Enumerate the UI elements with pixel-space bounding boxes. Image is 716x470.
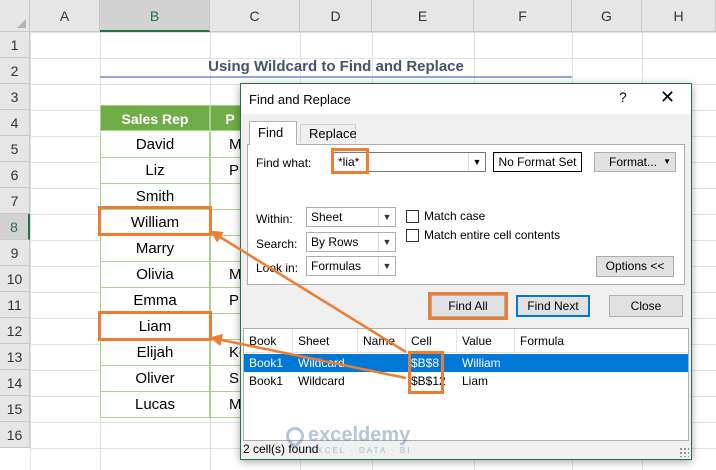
title-underline	[100, 76, 572, 78]
tab-find[interactable]: Find	[249, 121, 297, 145]
table-header-sales-rep[interactable]: Sales Rep	[100, 105, 210, 131]
row-header[interactable]: 1	[0, 32, 30, 58]
results-col-name[interactable]: Name	[363, 334, 395, 348]
find-next-button[interactable]: Find Next	[516, 295, 590, 317]
chevron-down-icon: ▼	[378, 257, 395, 275]
find-replace-dialog: Find and Replace ? ✕ Find Replace Find w…	[240, 83, 692, 460]
results-col-sheet[interactable]: Sheet	[298, 334, 329, 348]
row-header[interactable]: 10	[0, 266, 30, 292]
highlight-find-all	[428, 292, 508, 320]
within-select[interactable]: Sheet ▼	[306, 207, 396, 227]
select-all-corner[interactable]	[0, 0, 30, 32]
format-preview: No Format Set	[493, 152, 582, 172]
within-value: Sheet	[311, 210, 343, 224]
dialog-title: Find and Replace	[249, 92, 351, 107]
column-header-d[interactable]: D	[300, 0, 372, 32]
row-header[interactable]: 12	[0, 318, 30, 344]
format-button[interactable]: Format... ▼	[594, 152, 676, 172]
results-col-book[interactable]: Book	[249, 334, 276, 348]
column-separator	[292, 329, 293, 353]
row-header[interactable]: 7	[0, 188, 30, 214]
chevron-down-icon: ▼	[378, 208, 395, 226]
table-cell[interactable]: Liz	[100, 158, 210, 184]
row-header[interactable]: 6	[0, 162, 30, 188]
dialog-title-bar[interactable]: Find and Replace ? ✕	[241, 84, 691, 114]
highlight-william-cell	[98, 206, 212, 236]
column-header-b[interactable]: B	[100, 0, 210, 32]
results-row-selected[interactable]: Book1 Wildcard $B$8 William	[244, 354, 688, 372]
row-header[interactable]: 16	[0, 422, 30, 448]
options-button[interactable]: Options <<	[596, 256, 674, 277]
column-header-h[interactable]: H	[642, 0, 716, 32]
column-separator	[357, 329, 358, 353]
results-row[interactable]: Book1 Wildcard $B$12 Liam	[244, 372, 688, 390]
results-col-value[interactable]: Value	[462, 334, 492, 348]
table-cell[interactable]: Lucas	[100, 392, 210, 418]
match-entire-checkbox[interactable]	[406, 229, 419, 242]
column-separator	[456, 329, 457, 353]
result-book: Book1	[249, 356, 284, 370]
highlight-liam-cell	[98, 311, 212, 341]
row-header[interactable]: 4	[0, 110, 30, 136]
find-tab-panel: Find what: *lia* ▼ No Format Set Format.…	[247, 144, 685, 285]
result-sheet: Wildcard	[298, 374, 345, 388]
result-value: Liam	[462, 374, 489, 388]
result-value: William	[462, 356, 501, 370]
table-cell[interactable]: Elijah	[100, 340, 210, 366]
watermark-tagline: EXCEL · DATA · BI	[310, 446, 412, 455]
highlight-find-what	[331, 148, 369, 174]
table-cell[interactable]: Oliver	[100, 366, 210, 392]
match-entire-label[interactable]: Match entire cell contents	[424, 228, 560, 242]
table-cell[interactable]: Olivia	[100, 262, 210, 288]
tab-replace[interactable]: Replace	[300, 124, 357, 143]
find-what-label: Find what:	[256, 156, 312, 170]
sheet-title: Using Wildcard to Find and Replace	[208, 58, 464, 75]
table-cell[interactable]: David	[100, 132, 210, 158]
highlight-result-cells	[408, 351, 444, 394]
result-book: Book1	[249, 374, 284, 388]
result-sheet: Wildcard	[298, 356, 345, 370]
row-header[interactable]: 3	[0, 84, 30, 110]
close-icon[interactable]: ✕	[660, 87, 675, 108]
look-in-label: Look in:	[256, 261, 299, 275]
within-label: Within:	[256, 212, 293, 226]
chevron-down-icon: ▼	[378, 233, 395, 251]
column-header-e[interactable]: E	[372, 0, 474, 32]
results-col-cell[interactable]: Cell	[411, 334, 432, 348]
watermark-name: exceldemy	[308, 424, 411, 446]
search-select[interactable]: By Rows ▼	[306, 232, 396, 252]
chevron-down-icon: ▼	[663, 157, 671, 166]
table-cell[interactable]: Marry	[100, 236, 210, 262]
results-header: Book Sheet Name Cell Value Formula	[244, 329, 688, 353]
row-header[interactable]: 11	[0, 292, 30, 318]
match-case-label[interactable]: Match case	[424, 209, 485, 223]
chevron-down-icon[interactable]: ▼	[468, 153, 485, 171]
column-separator	[405, 329, 406, 353]
row-header[interactable]: 5	[0, 136, 30, 162]
format-button-label: Format...	[609, 155, 658, 169]
row-header[interactable]: 13	[0, 344, 30, 370]
column-separator	[514, 329, 515, 353]
results-col-formula[interactable]: Formula	[520, 334, 564, 348]
resize-grip-icon[interactable]	[679, 447, 689, 457]
row-header[interactable]: 15	[0, 396, 30, 422]
search-label: Search:	[256, 237, 298, 251]
column-header-f[interactable]: F	[474, 0, 572, 32]
close-button[interactable]: Close	[609, 295, 683, 317]
row-header-selected[interactable]: 8	[0, 214, 30, 240]
help-icon[interactable]: ?	[619, 89, 627, 105]
search-value: By Rows	[311, 235, 359, 249]
match-case-checkbox[interactable]	[406, 210, 419, 223]
column-header-c[interactable]: C	[210, 0, 300, 32]
row-header[interactable]: 2	[0, 58, 30, 84]
look-in-select[interactable]: Formulas ▼	[306, 256, 396, 276]
row-header[interactable]: 9	[0, 240, 30, 266]
column-header-g[interactable]: G	[572, 0, 642, 32]
column-header-a[interactable]: A	[30, 0, 100, 32]
look-in-value: Formulas	[311, 259, 362, 273]
row-header[interactable]: 14	[0, 370, 30, 396]
